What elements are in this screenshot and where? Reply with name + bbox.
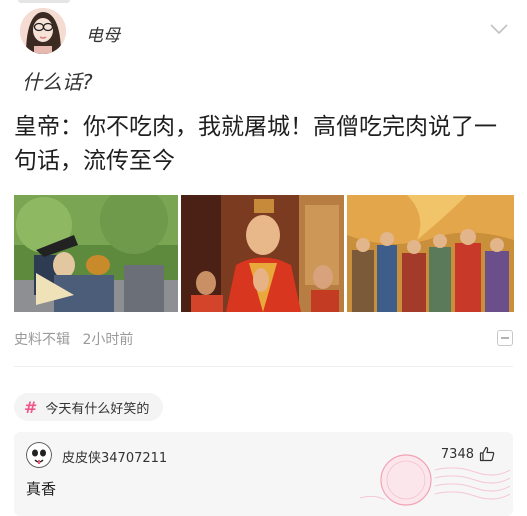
repost-comment: 什么话? xyxy=(22,70,93,94)
source-name[interactable]: 史料不辑 xyxy=(14,332,70,348)
author-name[interactable]: 电母 xyxy=(86,21,120,46)
post-time: 2小时前 xyxy=(82,332,134,348)
article-headline[interactable]: 皇帝：你不吃肉，我就屠城！高僧吃完肉说了一句话，流传至今 xyxy=(14,110,514,178)
comment-text: 真香 xyxy=(26,480,57,498)
divider xyxy=(14,366,513,367)
topic-tag[interactable]: # 今天有什么好笑的 xyxy=(14,393,164,421)
article-image-1[interactable] xyxy=(14,195,178,312)
article-image-2[interactable] xyxy=(181,195,344,312)
article-image-3[interactable] xyxy=(347,195,514,312)
top-comment[interactable]: 皮皮侠34707211 7348 真香 xyxy=(14,432,513,516)
chevron-down-icon[interactable] xyxy=(489,22,509,36)
commenter-name[interactable]: 皮皮侠34707211 xyxy=(62,447,167,466)
hash-icon: # xyxy=(24,397,38,417)
post-header: 电母 xyxy=(0,0,527,60)
avatar[interactable] xyxy=(20,8,66,54)
post-meta: 史料不辑 2小时前 xyxy=(14,329,141,349)
collapse-button[interactable] xyxy=(497,330,513,346)
thumbs-up-icon xyxy=(479,446,495,462)
avatar-image xyxy=(20,8,66,54)
article-image-strip[interactable] xyxy=(14,195,514,312)
like-count: 7348 xyxy=(440,446,474,462)
like-button[interactable]: 7348 xyxy=(441,446,495,462)
topic-label: 今天有什么好笑的 xyxy=(45,401,150,417)
commenter-avatar[interactable] xyxy=(26,442,52,468)
